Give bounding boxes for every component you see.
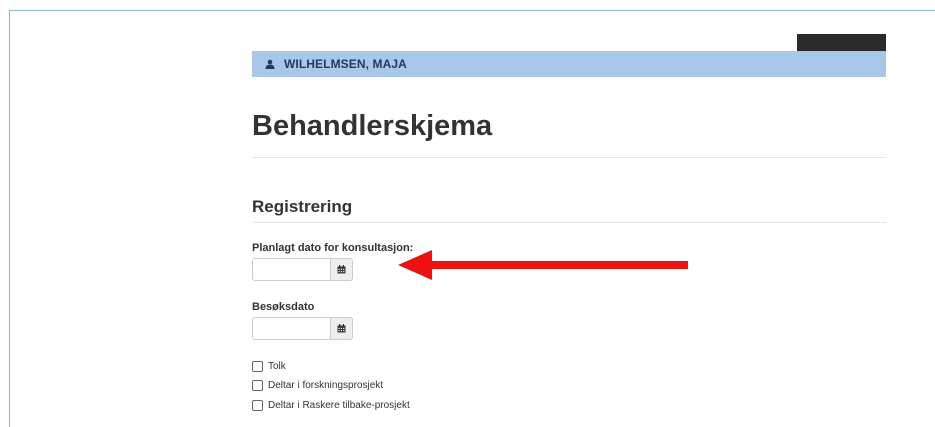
patient-bar: WILHELMSEN, MAJA	[252, 51, 886, 77]
user-icon	[265, 59, 275, 69]
annotation-arrow-head	[398, 250, 432, 280]
raskere-tilbake-checkbox[interactable]	[252, 399, 263, 411]
section-title: Registrering	[252, 197, 353, 216]
tolk-label: Tolk	[268, 360, 286, 372]
tolk-checkbox[interactable]	[252, 360, 263, 372]
raskere-tilbake-label: Deltar i Raskere tilbake-prosjekt	[268, 399, 410, 411]
planned-date-calendar-button[interactable]	[331, 258, 353, 281]
forskningsprosjekt-label: Deltar i forskningsprosjekt	[268, 379, 384, 391]
title-divider	[252, 157, 886, 158]
checkbox-forskningsprosjekt[interactable]: Deltar i forskningsprosjekt	[252, 378, 383, 392]
visit-date-label: Besøksdato	[252, 301, 315, 313]
calendar-icon	[337, 324, 346, 333]
planned-date-group	[252, 258, 353, 281]
checkbox-raskere-tilbake[interactable]: Deltar i Raskere tilbake-prosjekt	[252, 398, 410, 412]
top-dark-tab[interactable]	[797, 34, 886, 52]
patient-name: WILHELMSEN, MAJA	[284, 57, 407, 71]
forskningsprosjekt-checkbox[interactable]	[252, 379, 263, 391]
checkbox-tolk[interactable]: Tolk	[252, 359, 286, 373]
planned-date-input[interactable]	[252, 258, 331, 281]
section-divider	[252, 222, 886, 223]
annotation-arrow-shaft	[426, 261, 688, 269]
page-title: Behandlerskjema	[252, 110, 493, 142]
visit-date-input[interactable]	[252, 317, 331, 340]
calendar-icon	[337, 265, 346, 274]
annotation-arrow	[398, 250, 688, 280]
visit-date-calendar-button[interactable]	[331, 317, 353, 340]
planned-date-label: Planlagt dato for konsultasjon:	[252, 242, 414, 254]
visit-date-group	[252, 317, 353, 340]
